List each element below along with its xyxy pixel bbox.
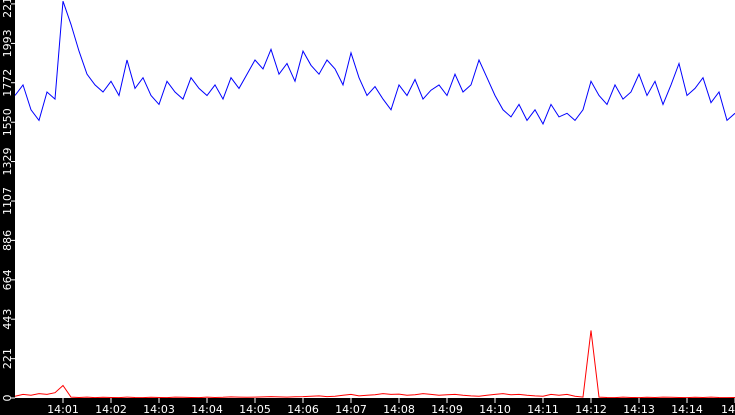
x-tick-label: 14:02 — [95, 403, 127, 415]
x-tick-label: 14:10 — [479, 403, 511, 415]
x-tick-label: 14:13 — [623, 403, 655, 415]
x-tick-label: 14:09 — [431, 403, 463, 415]
y-tick-label: 1329 — [1, 148, 14, 176]
y-tick-label: 1772 — [1, 69, 14, 97]
y-tick-label: 1550 — [1, 108, 14, 136]
y-tick-label: 221 — [1, 348, 14, 369]
x-tick-label: 14:05 — [239, 403, 271, 415]
x-tick-label: 14:11 — [527, 403, 559, 415]
y-tick-label: 1107 — [1, 187, 14, 215]
x-tick-label: 14:04 — [191, 403, 223, 415]
y-tick-label: 886 — [1, 230, 14, 251]
plot-background — [0, 0, 735, 415]
y-tick-label: 443 — [1, 309, 14, 330]
y-tick-label: 1993 — [1, 29, 14, 57]
y-tick-label: 2215 — [1, 0, 14, 18]
y-tick-label: 664 — [1, 269, 14, 290]
x-tick-label: 14:12 — [575, 403, 607, 415]
x-tick-label: 14 — [721, 403, 735, 415]
x-tick-label: 14:14 — [671, 403, 703, 415]
x-tick-label: 14:03 — [143, 403, 175, 415]
x-tick-label: 14:07 — [335, 403, 367, 415]
y-tick-label: 0 — [1, 395, 14, 402]
line-chart: 0 221 443 664 886 1107 1329 1550 1772 1993 2215 14… — [0, 0, 735, 415]
x-tick-label: 14:01 — [47, 403, 79, 415]
x-tick-label: 14:06 — [287, 403, 319, 415]
x-tick-label: 14:08 — [383, 403, 415, 415]
